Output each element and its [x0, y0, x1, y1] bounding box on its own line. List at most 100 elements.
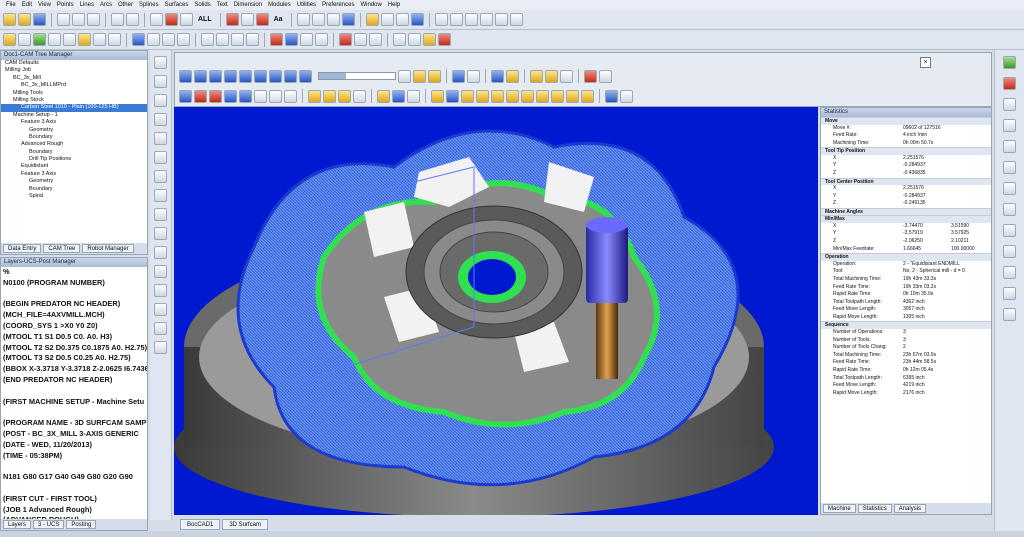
tree-item[interactable]: Milling Job: [1, 67, 147, 74]
accept-icon[interactable]: [1003, 56, 1016, 69]
view-back-cube-icon[interactable]: [209, 89, 222, 103]
tree-tab[interactable]: CAM Tree: [43, 244, 81, 253]
move-tool-icon[interactable]: [154, 265, 167, 278]
print-icon[interactable]: [1003, 245, 1016, 258]
record-icon[interactable]: [339, 33, 352, 46]
step-forward-icon[interactable]: [239, 69, 252, 83]
wireframe-icon[interactable]: [494, 13, 508, 26]
background-icon[interactable]: [620, 89, 633, 103]
nc-tab[interactable]: Posting: [66, 520, 97, 529]
view-axis-icon[interactable]: [179, 89, 192, 103]
play-forward-icon[interactable]: [224, 69, 237, 83]
tree-item[interactable]: Geometry: [1, 127, 147, 134]
settings-icon[interactable]: [1003, 308, 1016, 321]
export-icon[interactable]: [1003, 224, 1016, 237]
layers-icon[interactable]: [1003, 182, 1016, 195]
sim-measure-icon[interactable]: [560, 69, 573, 83]
stats-tab[interactable]: Machine: [823, 504, 856, 513]
nc-tab[interactable]: Layers: [3, 520, 32, 529]
menu-item-solids[interactable]: Solids: [194, 2, 210, 8]
view-front-icon[interactable]: [449, 13, 463, 26]
pan-icon[interactable]: [395, 13, 409, 26]
check-icon[interactable]: [1003, 161, 1016, 174]
menu-item-arcs[interactable]: Arcs: [100, 2, 112, 8]
rewind-start-icon[interactable]: [179, 69, 192, 83]
stop-icon[interactable]: [284, 69, 297, 83]
polygon-tool-icon[interactable]: [154, 170, 167, 183]
new-file-icon[interactable]: [3, 13, 16, 26]
menu-item-file[interactable]: File: [6, 2, 16, 8]
menu-item-text[interactable]: Text: [217, 2, 228, 8]
menu-item-points[interactable]: Points: [57, 2, 74, 8]
fixture-display-icon[interactable]: [461, 89, 474, 103]
render-icon[interactable]: [393, 33, 406, 46]
turn-icon[interactable]: [300, 33, 313, 46]
list-icon[interactable]: [1003, 119, 1016, 132]
view-iso-cube-icon[interactable]: [284, 89, 297, 103]
view-top-icon[interactable]: [434, 13, 448, 26]
tree-tab[interactable]: Robot Manager: [82, 244, 134, 253]
sim-collision-icon[interactable]: [584, 69, 597, 83]
point-icon[interactable]: [165, 13, 178, 26]
view-right-cube-icon[interactable]: [239, 89, 252, 103]
calc-icon[interactable]: [1003, 287, 1016, 300]
sim-options-icon[interactable]: [398, 69, 411, 83]
save-icon[interactable]: [33, 13, 46, 26]
tree-item[interactable]: Boundary: [1, 149, 147, 156]
sim-tool-icon[interactable]: [467, 69, 480, 83]
sim-stock-icon[interactable]: [452, 69, 465, 83]
paste-icon[interactable]: [87, 13, 100, 26]
menu-item-surfaces[interactable]: Surfaces: [165, 2, 189, 8]
info-icon[interactable]: [1003, 140, 1016, 153]
tree-item[interactable]: Boundary: [1, 186, 147, 193]
stats-section-header[interactable]: Tool Tip Position: [821, 147, 991, 155]
snap-icon[interactable]: [147, 33, 160, 46]
fast-forward-icon[interactable]: [254, 69, 267, 83]
hidden-line-icon[interactable]: [509, 13, 523, 26]
arc-tool-icon[interactable]: [154, 94, 167, 107]
folder-icon[interactable]: [3, 33, 16, 46]
section-view-icon[interactable]: [491, 89, 504, 103]
stats-section-header[interactable]: Operation: [821, 253, 991, 261]
sim-speed-slider[interactable]: [318, 72, 396, 80]
transparency-icon[interactable]: [506, 89, 519, 103]
tree-item[interactable]: Milling Stock: [1, 97, 147, 104]
extend-icon[interactable]: [216, 33, 229, 46]
tree-item[interactable]: Spiral: [1, 193, 147, 200]
offset-tool-icon[interactable]: [154, 189, 167, 202]
view-iso-icon[interactable]: [464, 13, 478, 26]
revolve-icon[interactable]: [78, 33, 91, 46]
sim-report-icon[interactable]: [599, 69, 612, 83]
scale-tool-icon[interactable]: [154, 246, 167, 259]
text-tool-icon[interactable]: [154, 303, 167, 316]
menu-item-help[interactable]: Help: [388, 2, 400, 8]
hatch-tool-icon[interactable]: [154, 322, 167, 335]
tree-item[interactable]: Geometry: [1, 178, 147, 185]
ucs-icon[interactable]: [132, 33, 145, 46]
step-back-icon[interactable]: [194, 69, 207, 83]
redo-icon[interactable]: [126, 13, 139, 26]
array-tool-icon[interactable]: [154, 227, 167, 240]
machine-display-icon[interactable]: [476, 89, 489, 103]
sim-settings-icon[interactable]: [506, 69, 519, 83]
drill-icon[interactable]: [285, 33, 298, 46]
line-tool-icon[interactable]: [154, 75, 167, 88]
sim-pause-icon[interactable]: [491, 69, 504, 83]
dimension-icon[interactable]: [296, 13, 310, 26]
loop-icon[interactable]: [299, 69, 312, 83]
tree-item[interactable]: Equidistant: [1, 163, 147, 170]
verify-icon[interactable]: [369, 33, 382, 46]
tool-display-icon[interactable]: [377, 89, 390, 103]
nc-tab[interactable]: 3 - UCS: [33, 520, 65, 529]
stats-tab[interactable]: Statistics: [857, 504, 892, 513]
properties-icon[interactable]: [1003, 98, 1016, 111]
tree-item[interactable]: Feature 3 Axis: [1, 171, 147, 178]
sim-camera-icon[interactable]: [428, 69, 441, 83]
sweep-icon[interactable]: [93, 33, 106, 46]
notes-icon[interactable]: [1003, 203, 1016, 216]
sim-gouge-icon[interactable]: [545, 69, 558, 83]
menu-item-lines[interactable]: Lines: [80, 2, 94, 8]
toolpath-icon[interactable]: [354, 33, 367, 46]
view-tab[interactable]: BocCAD1: [180, 518, 221, 530]
edges-icon[interactable]: [581, 89, 594, 103]
